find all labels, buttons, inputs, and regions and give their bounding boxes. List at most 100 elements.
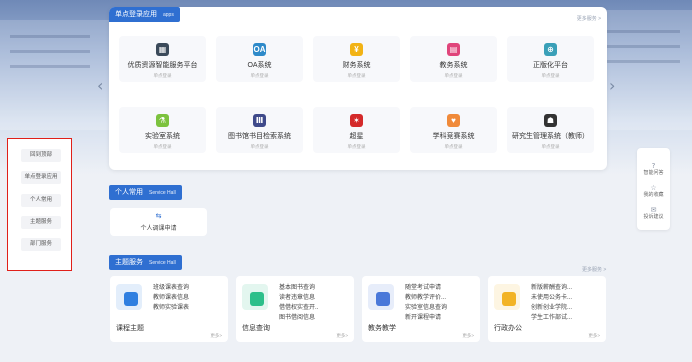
tool-question[interactable]: ? 智能问答 [637, 162, 670, 177]
finance-icon: ¥ [350, 43, 363, 56]
theme-illustration-accent [502, 292, 516, 306]
academic-icon: ▤ [447, 43, 460, 56]
theme-card-title: 教务教学 [368, 325, 396, 332]
theme-link[interactable]: 基本图书查询 [279, 283, 318, 293]
theme-section-title: 主题服务 Service Hall [109, 255, 182, 270]
lab-icon: ⚗ [156, 114, 169, 127]
app-name: 实验室系统 [145, 133, 180, 140]
theme-title-en: Service Hall [149, 260, 176, 266]
sso-panel: 单点登录应用 apps 更多服务 > ▦ 优质资源智能服务平台 单点登录 OA OA系统单… [109, 7, 607, 170]
theme-link[interactable]: 图书借阅信息 [279, 313, 318, 323]
tool-label: 投诉建议 [643, 214, 664, 220]
theme-title-text: 主题服务 [115, 259, 143, 266]
license-icon: ⊕ [544, 43, 557, 56]
left-menu-item[interactable]: 回到顶部 [21, 149, 61, 162]
theme-link[interactable]: 创新创业学院... [531, 303, 572, 313]
theme-link[interactable]: 教师实验课表 [153, 303, 189, 313]
sso-more-link[interactable]: 更多服务 > [577, 15, 601, 22]
tool-label: 智能问答 [643, 170, 664, 176]
theme-link[interactable]: 新开课程申请 [405, 313, 447, 323]
app-name: 研究生管理系统（教师） [512, 133, 589, 140]
personal-item-label: 个人调课申请 [140, 226, 177, 232]
theme-link[interactable]: 教师课表信息 [153, 293, 189, 303]
carousel-prev-icon[interactable]: ‹ [97, 76, 103, 95]
app-sso-label: 单点登录 [347, 144, 366, 149]
app-sso-label: 单点登录 [444, 73, 463, 78]
theme-link[interactable]: 借借权实查开.. [279, 303, 318, 313]
app-sso-label: 单点登录 [347, 73, 366, 78]
app-name: 优质资源智能服务平台 [127, 62, 198, 69]
app-card-finance[interactable]: ¥ 财务系统单点登录 [313, 36, 400, 82]
app-name: 财务系统 [342, 62, 371, 69]
theme-card-more[interactable]: 更多> [588, 333, 600, 339]
app-name: 教务系统 [439, 62, 468, 69]
library-icon: Ⅲ [253, 114, 266, 127]
app-sso-label: 单点登录 [444, 144, 463, 149]
app-name: 学科竞赛系统 [432, 133, 475, 140]
app-card-competition[interactable]: ♥ 学科竞赛系统 单点登录 [410, 107, 497, 153]
right-toolbar: ? 智能问答 ☆ 我的收藏 ✉ 投诉建议 [637, 148, 670, 230]
theme-card-title: 信息查询 [242, 325, 270, 332]
app-name: 正版化平台 [533, 62, 568, 69]
theme-link[interactable]: 班级课表查询 [153, 283, 189, 293]
app-card-resource-platform[interactable]: ▦ 优质资源智能服务平台 单点登录 [119, 36, 206, 82]
tool-feedback[interactable]: ✉ 投诉建议 [637, 206, 670, 221]
swap-icon: ⇆ [155, 212, 162, 220]
app-name: OA系统 [247, 62, 272, 69]
app-card-lab[interactable]: ⚗ 实验室系统单点登录 [119, 107, 206, 153]
oa-icon: OA [253, 43, 266, 56]
theme-link[interactable]: 新版薪酬查询... [531, 283, 572, 293]
app-name: 图书馆书目检索系统 [228, 133, 291, 140]
star-icon: ☆ [650, 184, 657, 192]
personal-title-text: 个人常用 [115, 189, 143, 196]
theme-illustration-accent [376, 292, 390, 306]
left-menu-item[interactable]: 个人常用 [21, 194, 61, 207]
theme-illustration-accent [124, 292, 138, 306]
app-sso-label: 单点登录 [250, 144, 269, 149]
theme-card: 行政办公 新版薪酬查询... 未使用公务卡... 创新创业学院... 学生工作部试...… [488, 276, 606, 342]
competition-icon: ♥ [447, 114, 460, 127]
theme-link[interactable]: 实验室信息查询 [405, 303, 447, 313]
theme-illustration-accent [250, 292, 264, 306]
theme-card: 课程主题 班级课表查询 教师课表信息 教师实验课表更多> [110, 276, 228, 342]
app-sso-label: 单点登录 [541, 73, 560, 78]
question-icon: ? [651, 162, 656, 170]
feedback-icon: ✉ [650, 206, 657, 214]
carousel-next-icon[interactable]: › [609, 76, 615, 95]
theme-card: 信息查询 基本图书查询 读者违章信息 借借权实查开.. 图书借阅信息更多> [236, 276, 354, 342]
theme-card-more[interactable]: 更多> [210, 333, 222, 339]
theme-link[interactable]: 读者违章信息 [279, 293, 318, 303]
tool-star[interactable]: ☆ 我的收藏 [637, 184, 670, 199]
app-card-chaoxing[interactable]: ✶ 超星 单点登录 [313, 107, 400, 153]
sso-section-title: 单点登录应用 apps [109, 7, 180, 22]
app-card-library[interactable]: Ⅲ 图书馆书目检索系统 单点登录 [216, 107, 303, 153]
chaoxing-icon: ✶ [350, 114, 363, 127]
theme-link[interactable]: 教师教学评价... [405, 293, 447, 303]
theme-more-link[interactable]: 更多服务 > [582, 266, 606, 273]
theme-card-title: 课程主题 [116, 325, 144, 332]
resource-platform-icon: ▦ [156, 43, 169, 56]
theme-card-more[interactable]: 更多> [336, 333, 348, 339]
personal-item-card[interactable]: ⇆ 个人调课申请 [110, 208, 207, 236]
sso-title-en: apps [163, 12, 174, 18]
app-sso-label: 单点登录 [153, 73, 172, 78]
sso-title-text: 单点登录应用 [115, 11, 157, 18]
app-card-academic[interactable]: ▤ 教务系统单点登录 [410, 36, 497, 82]
app-card-graduate[interactable]: ☗ 研究生管理系统（教师） 单点登录 [507, 107, 594, 153]
theme-link[interactable]: 学生工作部试... [531, 313, 572, 323]
theme-card: 教务教学 随堂考试申请 教师教学评价... 实验室信息查询 新开课程申请更多> [362, 276, 480, 342]
left-menu-item[interactable]: 主题服务 [21, 216, 61, 229]
theme-card-title: 行政办公 [494, 325, 522, 332]
left-menu-item[interactable]: 单点登录应用 [21, 171, 61, 184]
app-card-license[interactable]: ⊕ 正版化平台单点登录 [507, 36, 594, 82]
theme-link[interactable]: 未使用公务卡... [531, 293, 572, 303]
app-sso-label: 单点登录 [153, 144, 172, 149]
theme-link[interactable]: 随堂考试申请 [405, 283, 447, 293]
left-menu-item[interactable]: 部门服务 [21, 238, 61, 251]
personal-section-title: 个人常用 Service Hall [109, 185, 182, 200]
app-sso-label: 单点登录 [250, 73, 269, 78]
app-card-oa[interactable]: OA OA系统单点登录 [216, 36, 303, 82]
graduate-icon: ☗ [544, 114, 557, 127]
tool-label: 我的收藏 [643, 192, 664, 198]
theme-card-more[interactable]: 更多> [462, 333, 474, 339]
